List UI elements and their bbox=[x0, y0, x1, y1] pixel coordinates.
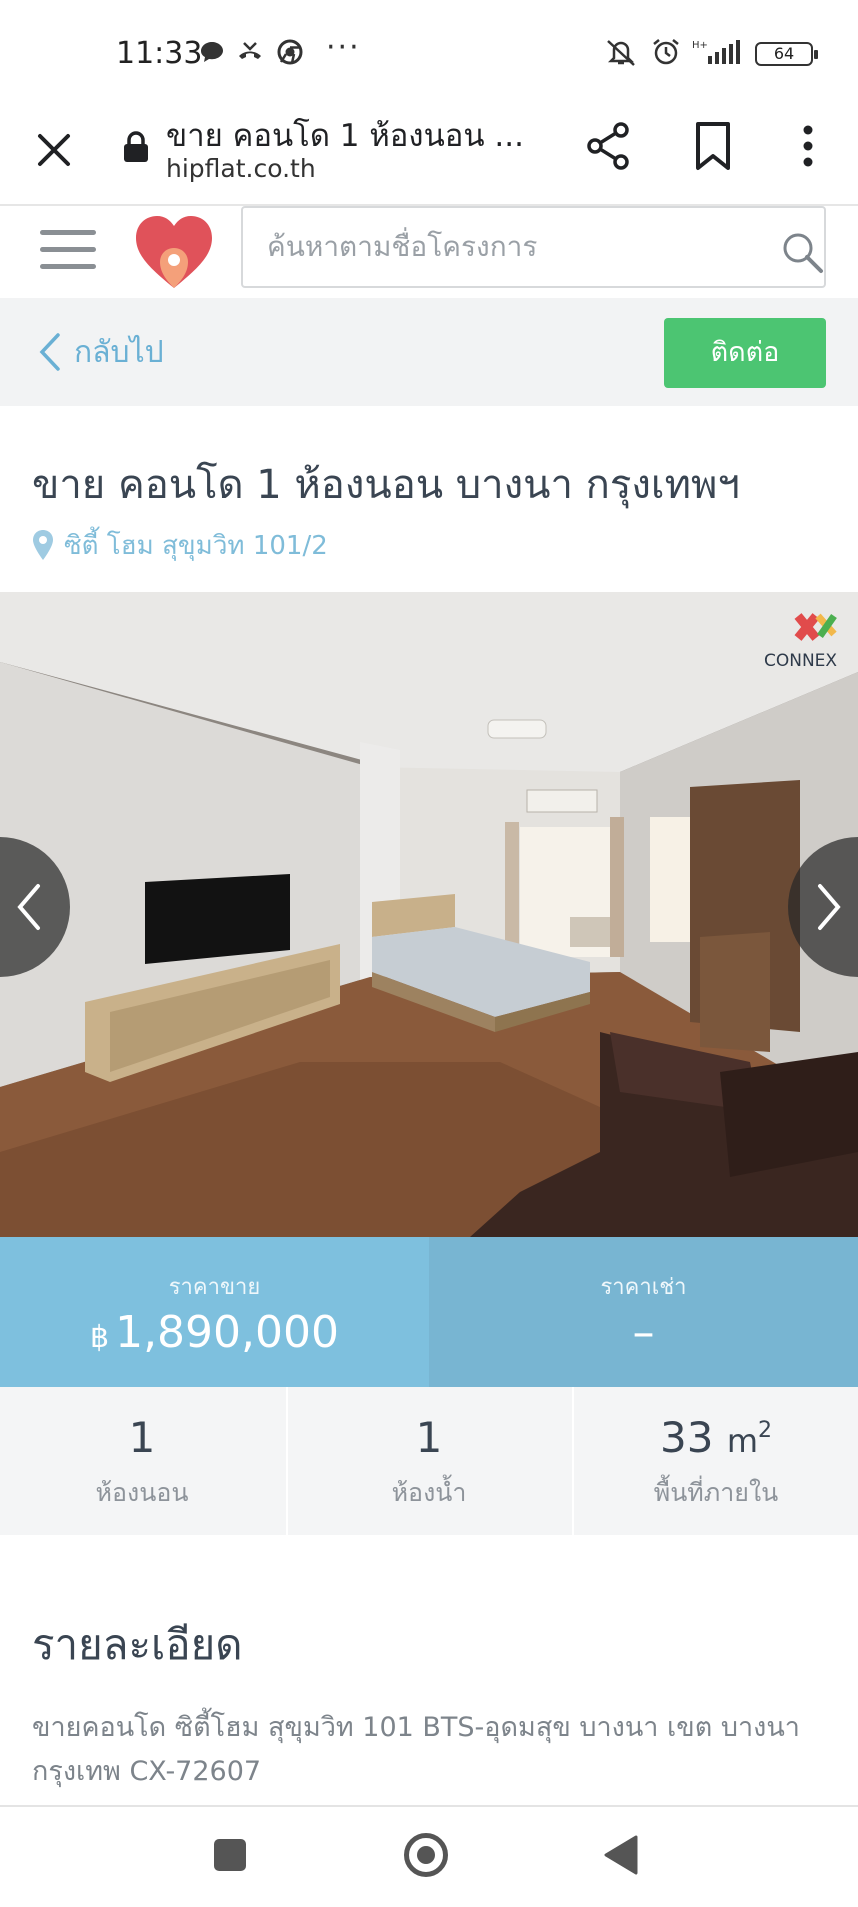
stat-area-label: พื้นที่ภายใน bbox=[653, 1478, 779, 1507]
listing-photo bbox=[0, 592, 858, 1237]
currency-symbol: ฿ bbox=[89, 1320, 110, 1355]
details-text: ขายคอนโด ซิตี้โฮม สุขุมวิท 101 BTS-อุดมส… bbox=[32, 1712, 800, 1787]
system-nav-bar bbox=[0, 1805, 858, 1907]
rent-price-value: – bbox=[632, 1307, 655, 1358]
bookmark-icon[interactable] bbox=[692, 120, 734, 172]
back-triangle-icon[interactable] bbox=[604, 1835, 638, 1875]
share-icon[interactable] bbox=[585, 120, 633, 172]
hplus-signal-icon: H+ bbox=[692, 40, 740, 64]
chrome-icon bbox=[277, 39, 303, 65]
back-link[interactable]: กลับไป bbox=[38, 328, 164, 376]
more-vert-icon[interactable] bbox=[790, 120, 826, 172]
location-pin-icon bbox=[33, 530, 53, 560]
rent-price-cell: ราคาเช่า – bbox=[429, 1237, 858, 1387]
search-icon[interactable] bbox=[780, 230, 824, 274]
status-time: 11:33 bbox=[116, 36, 203, 71]
stat-area-value: 33 m2 bbox=[574, 1413, 858, 1462]
home-icon[interactable] bbox=[404, 1833, 448, 1877]
close-icon[interactable] bbox=[30, 126, 78, 174]
rent-price-label: ราคาเช่า bbox=[600, 1275, 687, 1300]
area-unit-sup: 2 bbox=[757, 1418, 772, 1443]
hipflat-logo[interactable] bbox=[132, 212, 216, 292]
recents-icon[interactable] bbox=[214, 1839, 246, 1871]
back-label: กลับไป bbox=[74, 334, 164, 370]
stat-bedrooms-label: ห้องนอน bbox=[95, 1478, 189, 1507]
missed-call-icon bbox=[239, 42, 261, 59]
stat-area: 33 m2 พื้นที่ภายใน bbox=[572, 1387, 858, 1535]
site-header bbox=[0, 206, 858, 298]
sale-price-amount: 1,890,000 bbox=[115, 1307, 340, 1358]
stat-bathrooms-label: ห้องน้ำ bbox=[391, 1478, 467, 1507]
chevron-left-icon bbox=[39, 333, 60, 371]
status-bar: 11:33 ··· H+ 64 bbox=[0, 0, 858, 100]
stat-bedrooms: 1 ห้องนอน bbox=[0, 1387, 284, 1535]
browser-toolbar: ขาย คอนโด 1 ห้องนอน ... hipflat.co.th bbox=[0, 100, 858, 206]
details-heading: รายละเอียด bbox=[32, 1620, 243, 1669]
connex-watermark-logo: CONNEX bbox=[764, 613, 837, 671]
stat-bedrooms-value: 1 bbox=[128, 1413, 156, 1462]
svg-text:H+: H+ bbox=[692, 40, 708, 51]
contact-button[interactable]: ติดต่อ bbox=[664, 318, 826, 388]
page-title[interactable]: ขาย คอนโด 1 ห้องนอน ... bbox=[166, 110, 546, 160]
price-bar: ราคาขาย ฿ 1,890,000 ราคาเช่า – bbox=[0, 1237, 858, 1387]
chevron-left-icon bbox=[17, 884, 40, 930]
sale-price-cell: ราคาขาย ฿ 1,890,000 bbox=[0, 1237, 429, 1387]
vibrate-off-icon bbox=[607, 40, 635, 66]
hamburger-menu-icon[interactable] bbox=[40, 230, 96, 274]
chevron-right-icon bbox=[818, 884, 841, 930]
lock-icon[interactable] bbox=[122, 130, 150, 164]
chat-bubble-icon bbox=[201, 42, 223, 62]
search-box[interactable] bbox=[241, 206, 826, 288]
stat-bathrooms: 1 ห้องน้ำ bbox=[286, 1387, 570, 1535]
alarm-icon bbox=[653, 39, 679, 65]
listing-location[interactable]: ซิตี้ โฮม สุขุมวิท 101/2 bbox=[32, 528, 328, 562]
battery-icon: 64 bbox=[755, 42, 818, 66]
listing-title: ขาย คอนโด 1 ห้องนอน บางนา กรุงเทพฯ bbox=[32, 462, 740, 508]
screen: 11:33 ··· H+ 64 ขาย คอนโด 1 ห้องนอน ... … bbox=[0, 0, 858, 1907]
back-bar: กลับไป ติดต่อ bbox=[0, 298, 858, 406]
property-stats: 1 ห้องนอน 1 ห้องน้ำ 33 m2 พื้นที่ภายใน bbox=[0, 1387, 858, 1535]
search-input[interactable] bbox=[267, 226, 747, 266]
photo-carousel[interactable]: CONNEX bbox=[0, 592, 858, 1237]
area-number: 33 bbox=[660, 1413, 714, 1462]
sale-price-value: ฿ 1,890,000 bbox=[0, 1307, 429, 1358]
sale-price-label: ราคาขาย bbox=[168, 1275, 261, 1300]
more-dots-icon: ··· bbox=[326, 30, 361, 65]
watermark-text: CONNEX bbox=[764, 651, 837, 671]
url-domain[interactable]: hipflat.co.th bbox=[166, 154, 316, 183]
area-unit: m bbox=[726, 1422, 758, 1460]
stat-bathrooms-value: 1 bbox=[415, 1413, 443, 1462]
location-label: ซิตี้ โฮม สุขุมวิท 101/2 bbox=[64, 530, 328, 561]
